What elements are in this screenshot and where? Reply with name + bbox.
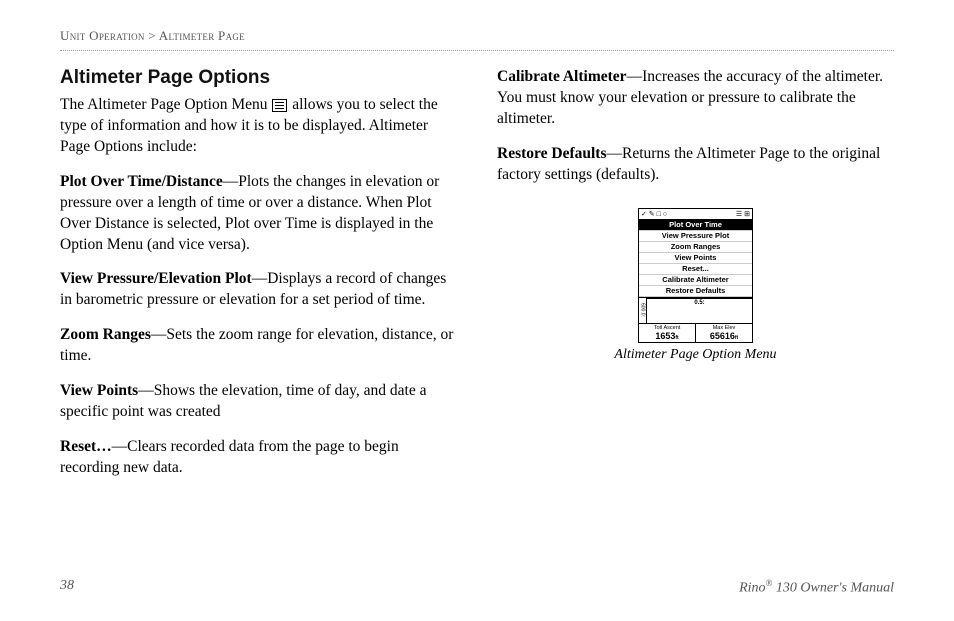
device-topbar: ✓ ✎ □ ○ ☰ ⊞ <box>639 209 752 220</box>
intro-paragraph: The Altimeter Page Option Menu allows yo… <box>60 95 457 158</box>
right-column: Calibrate Altimeter—Increases the accura… <box>497 67 894 493</box>
menu-item-zoom-ranges: Zoom Ranges <box>639 242 752 253</box>
option-zoom-ranges: Zoom Ranges—Sets the zoom range for elev… <box>60 325 457 367</box>
topbar-left-icons: ✓ ✎ □ ○ <box>641 210 667 218</box>
breadcrumb-page: Altimeter Page <box>159 28 245 43</box>
plot-x-range: 0.5: <box>647 298 752 307</box>
option-plot-over-time: Plot Over Time/Distance—Plots the change… <box>60 172 457 256</box>
menu-item-restore-defaults: Restore Defaults <box>639 286 752 297</box>
option-view-pressure: View Pressure/Elevation Plot—Displays a … <box>60 269 457 311</box>
page-number: 38 <box>60 578 74 597</box>
menu-item-calibrate: Calibrate Altimeter <box>639 275 752 286</box>
plot-y-axis: 600.0: <box>639 298 647 323</box>
footer-total-ascent: Totl Ascent 1653ft <box>639 324 696 342</box>
manual-title: Rino® 130 Owner's Manual <box>739 578 894 597</box>
left-column: Altimeter Page Options The Altimeter Pag… <box>60 67 457 493</box>
option-calibrate: Calibrate Altimeter—Increases the accura… <box>497 67 894 130</box>
menu-item-plot-over-time: Plot Over Time <box>639 220 752 231</box>
topbar-right-icons: ☰ ⊞ <box>736 210 750 218</box>
device-plot-area: 600.0: 0.5: <box>639 297 752 323</box>
footer-max-elev: Max Elev 65616ft <box>696 324 752 342</box>
device-menu-list: Plot Over Time View Pressure Plot Zoom R… <box>639 220 752 297</box>
option-restore-defaults: Restore Defaults—Returns the Altimeter P… <box>497 144 894 186</box>
option-reset: Reset…—Clears recorded data from the pag… <box>60 437 457 479</box>
screenshot-block: ✓ ✎ □ ○ ☰ ⊞ Plot Over Time View Pressure… <box>497 208 894 363</box>
screenshot-caption: Altimeter Page Option Menu <box>497 347 894 363</box>
content-columns: Altimeter Page Options The Altimeter Pag… <box>60 67 894 493</box>
menu-item-view-pressure: View Pressure Plot <box>639 231 752 242</box>
section-heading: Altimeter Page Options <box>60 67 457 89</box>
menu-item-reset: Reset... <box>639 264 752 275</box>
menu-item-view-points: View Points <box>639 253 752 264</box>
plot-canvas: 0.5: <box>647 298 752 323</box>
breadcrumb: Unit Operation > Altimeter Page <box>60 28 894 51</box>
menu-icon <box>272 99 287 112</box>
device-footer: Totl Ascent 1653ft Max Elev 65616ft <box>639 323 752 342</box>
device-screenshot: ✓ ✎ □ ○ ☰ ⊞ Plot Over Time View Pressure… <box>638 208 753 343</box>
page-footer: 38 Rino® 130 Owner's Manual <box>60 578 894 597</box>
breadcrumb-section: Unit Operation <box>60 28 145 43</box>
option-view-points: View Points—Shows the elevation, time of… <box>60 381 457 423</box>
